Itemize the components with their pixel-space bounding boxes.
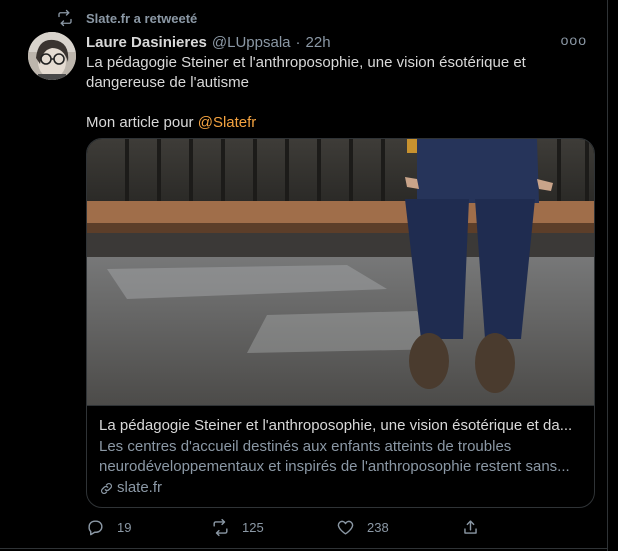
link-icon: [101, 482, 112, 494]
mention-link[interactable]: @Slatefr: [198, 114, 257, 131]
like-count: 238: [367, 519, 389, 535]
author-handle[interactable]: @LUppsala: [212, 34, 291, 51]
tweet[interactable]: Slate.fr a retweeté Laure Dasinieres @LU…: [0, 0, 608, 551]
card-desc-line-1: Les centres d'accueil destinés aux enfan…: [99, 438, 512, 455]
like-icon: [337, 520, 354, 535]
retweet-icon: [58, 9, 72, 27]
retweet-button[interactable]: 125: [211, 516, 336, 538]
tweet-time[interactable]: 22h: [306, 34, 331, 51]
tweet-line-2: Mon article pour @Slatefr: [86, 113, 566, 133]
author-name[interactable]: Laure Dasinieres: [86, 34, 207, 51]
tweet-line-1: La pédagogie Steiner et l'anthroposophie…: [86, 54, 526, 91]
like-button[interactable]: 238: [336, 516, 461, 538]
retweet-count: 125: [242, 519, 264, 535]
card-domain: slate.fr: [99, 478, 583, 498]
retweet-icon: [213, 518, 228, 536]
share-button[interactable]: [461, 516, 586, 538]
card-desc-line-2: neurodéveloppementaux et inspirés de l'a…: [99, 458, 570, 475]
card-image: [87, 139, 594, 405]
card-body: La pédagogie Steiner et l'anthroposophie…: [87, 405, 594, 507]
reply-button[interactable]: 19: [86, 516, 211, 538]
link-card[interactable]: La pédagogie Steiner et l'anthroposophie…: [86, 138, 595, 508]
reply-count: 19: [117, 519, 132, 535]
card-domain-text: slate.fr: [117, 479, 163, 496]
divider: [0, 548, 608, 549]
separator-dot: ·: [295, 33, 301, 51]
tweet-actions: 19 125 238: [86, 516, 586, 538]
card-description: Les centres d'accueil destinés aux enfan…: [99, 437, 583, 477]
avatar[interactable]: [28, 32, 76, 80]
retweet-label: Slate.fr a retweeté: [86, 10, 198, 26]
tweet-prefix: Mon article pour: [86, 114, 198, 131]
tweet-text: La pédagogie Steiner et l'anthroposophie…: [86, 53, 566, 133]
reply-icon: [88, 519, 103, 535]
more-icon[interactable]: ooo: [561, 32, 587, 48]
card-title: La pédagogie Steiner et l'anthroposophie…: [99, 417, 573, 434]
tweet-header: Laure Dasinieres @LUppsala · 22h ooo: [86, 32, 587, 52]
retweet-context[interactable]: Slate.fr a retweeté: [56, 8, 197, 28]
share-icon: [464, 519, 477, 534]
